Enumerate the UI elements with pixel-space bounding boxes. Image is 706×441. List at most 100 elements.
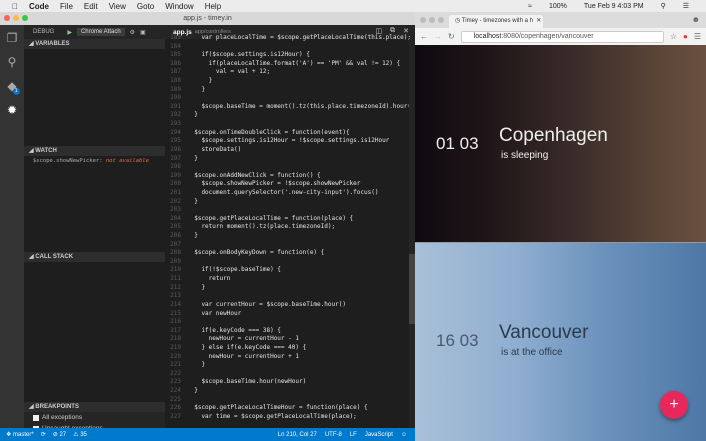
watch-item[interactable]: $scope.showNewPicker: not available (24, 156, 165, 166)
git-icon[interactable]: ◆ 1 (7, 79, 20, 95)
wifi-icon[interactable]: ≈ (528, 3, 532, 10)
code-line[interactable]: 183 var placeLocalTime = $scope.getPlace… (165, 34, 411, 43)
city-vancouver[interactable]: 16 03 Vancouver is at the office + (415, 242, 706, 441)
code-line[interactable]: 190 (165, 94, 409, 103)
code-line[interactable]: 220 newHour = currentHour + 1 (165, 353, 409, 362)
variables-header[interactable]: ◢ VARIABLES (24, 39, 165, 49)
code-line[interactable]: 206 } (165, 232, 409, 241)
sync-icon[interactable]: ⟳ (41, 431, 46, 438)
minimize-window-button[interactable] (429, 17, 435, 23)
code-line[interactable]: 214 var currentHour = $scope.baseTime.ho… (165, 301, 409, 310)
code-line[interactable]: 217 if(e.keyCode === 38) { (165, 327, 409, 336)
watch-header[interactable]: ◢ WATCH (24, 146, 165, 156)
search-icon[interactable]: ⚲ (8, 55, 17, 69)
close-window-button[interactable] (420, 17, 426, 23)
code-line[interactable]: 186 if(placeLocalTime.format('A') == 'PM… (165, 60, 409, 69)
code-line[interactable]: 198 (165, 163, 409, 172)
add-city-button[interactable]: + (660, 391, 688, 419)
clock[interactable]: Tue Feb 9 4:03 PM (584, 3, 644, 10)
debug-icon[interactable]: ✹ (7, 103, 17, 117)
code-line[interactable]: 196 storeData() (165, 146, 409, 155)
code-lines[interactable]: 183 var placeLocalTime = $scope.getPlace… (165, 34, 415, 422)
zoom-window-button[interactable] (438, 17, 444, 23)
browser-tab[interactable]: ◷ Timey - timezones with a h ✕ (449, 15, 543, 28)
code-line[interactable]: 197 } (165, 155, 409, 164)
code-line[interactable]: 216 (165, 318, 409, 327)
battery-level[interactable]: 100% (549, 3, 567, 10)
code-line[interactable]: 207 (165, 241, 409, 250)
code-line[interactable]: 187 val = val + 12; (165, 68, 409, 77)
menu-window[interactable]: Window (165, 2, 193, 11)
feedback-icon[interactable]: ☺ (401, 432, 407, 438)
forward-button[interactable]: → (434, 32, 442, 41)
code-line[interactable]: 204 $scope.getPlaceLocalTime = function(… (165, 215, 409, 224)
line-ending[interactable]: LF (350, 432, 357, 438)
menu-edit[interactable]: Edit (84, 2, 98, 11)
profile-icon[interactable]: ☻ (692, 15, 700, 24)
debug-config-select[interactable]: Chrome Attach (76, 28, 125, 36)
explorer-icon[interactable]: ❐ (7, 31, 18, 45)
menu-file[interactable]: File (60, 2, 73, 11)
back-button[interactable]: ← (420, 32, 428, 41)
zoom-window-button[interactable] (22, 15, 28, 21)
breakpoint-all-exceptions[interactable]: All exceptions (24, 412, 165, 423)
console-icon[interactable]: ▣ (140, 29, 146, 36)
code-line[interactable]: 215 var newHour (165, 310, 409, 319)
warnings-count[interactable]: ⚠ 35 (73, 431, 87, 438)
code-line[interactable]: 211 return (165, 275, 409, 284)
menu-view[interactable]: View (109, 2, 126, 11)
code-line[interactable]: 191 $scope.baseTime = moment().tz(this.p… (165, 103, 415, 112)
code-line[interactable]: 192 } (165, 111, 409, 120)
language-mode[interactable]: JavaScript (365, 432, 393, 438)
notification-center-icon[interactable]: ☰ (683, 2, 689, 10)
city-time[interactable]: 16 03 (436, 331, 479, 351)
start-debug-button[interactable]: ▶ (67, 29, 72, 36)
code-line[interactable]: 212 } (165, 284, 409, 293)
code-line[interactable]: 199 $scope.onAddNewClick = function() { (165, 172, 409, 181)
code-line[interactable]: 184 (165, 43, 409, 52)
code-editor[interactable]: app.js app/controllers ◫ ⧉ ✕ 183 var placeL… (165, 25, 415, 428)
reload-button[interactable]: ↻ (448, 32, 455, 41)
code-line[interactable]: 218 newHour = currentHour - 1 (165, 335, 409, 344)
apple-icon[interactable]:  (12, 2, 18, 11)
code-line[interactable]: 221 } (165, 361, 409, 370)
code-line[interactable]: 203 (165, 206, 409, 215)
code-line[interactable]: 224 } (165, 387, 409, 396)
code-line[interactable]: 225 (165, 396, 409, 405)
menu-app[interactable]: Code (29, 2, 49, 11)
code-line[interactable]: 213 (165, 292, 409, 301)
code-line[interactable]: 195 $scope.settings.is12Hour = !$scope.s… (165, 137, 409, 146)
close-window-button[interactable] (4, 15, 10, 21)
bookmark-star-icon[interactable]: ☆ (670, 32, 677, 41)
code-line[interactable]: 219 } else if(e.keyCode === 40) { (165, 344, 409, 353)
code-line[interactable]: 205 return moment().tz(place.timezoneId)… (165, 223, 409, 232)
spotlight-icon[interactable]: ⚲ (661, 2, 666, 10)
menu-icon[interactable]: ☰ (694, 32, 701, 41)
code-line[interactable]: 194 $scope.onTimeDoubleClick = function(… (165, 129, 409, 138)
code-line[interactable]: 201 document.querySelector('.new-city-in… (165, 189, 409, 198)
city-copenhagen[interactable]: 01 03 Copenhagen is sleeping (415, 45, 706, 242)
code-line[interactable]: 210 if(!$scope.baseTime) { (165, 266, 409, 275)
gear-icon[interactable]: ⚙ (130, 29, 135, 36)
cursor-position[interactable]: Ln 210, Col 27 (278, 432, 317, 438)
code-line[interactable]: 193 (165, 120, 409, 129)
breakpoints-header[interactable]: ◢ BREAKPOINTS (24, 402, 165, 412)
code-line[interactable]: 189 } (165, 86, 409, 95)
code-line[interactable]: 202 } (165, 198, 409, 207)
city-time[interactable]: 01 03 (436, 134, 479, 154)
code-line[interactable]: 226 $scope.getPlaceLocalTimeHour = funct… (165, 404, 409, 413)
encoding[interactable]: UTF-8 (325, 432, 342, 438)
code-line[interactable]: 222 (165, 370, 409, 379)
extension-icon[interactable]: ● (683, 32, 688, 41)
address-bar[interactable]: localhost:8080/copenhagen/vancouver (460, 30, 664, 43)
git-branch[interactable]: ❖ master* (6, 431, 34, 438)
checkbox[interactable] (33, 414, 39, 421)
code-line[interactable]: 227 var time = $scope.getPlaceLocalTime(… (165, 413, 409, 422)
minimize-window-button[interactable] (13, 15, 19, 21)
code-line[interactable]: 200 $scope.showNewPicker = !$scope.showN… (165, 180, 409, 189)
code-line[interactable]: 209 (165, 258, 409, 267)
menu-help[interactable]: Help (205, 2, 221, 11)
code-line[interactable]: 208 $scope.onBodyKeyDown = function(e) { (165, 249, 409, 258)
callstack-header[interactable]: ◢ CALL STACK (24, 252, 165, 262)
menu-goto[interactable]: Goto (137, 2, 154, 11)
